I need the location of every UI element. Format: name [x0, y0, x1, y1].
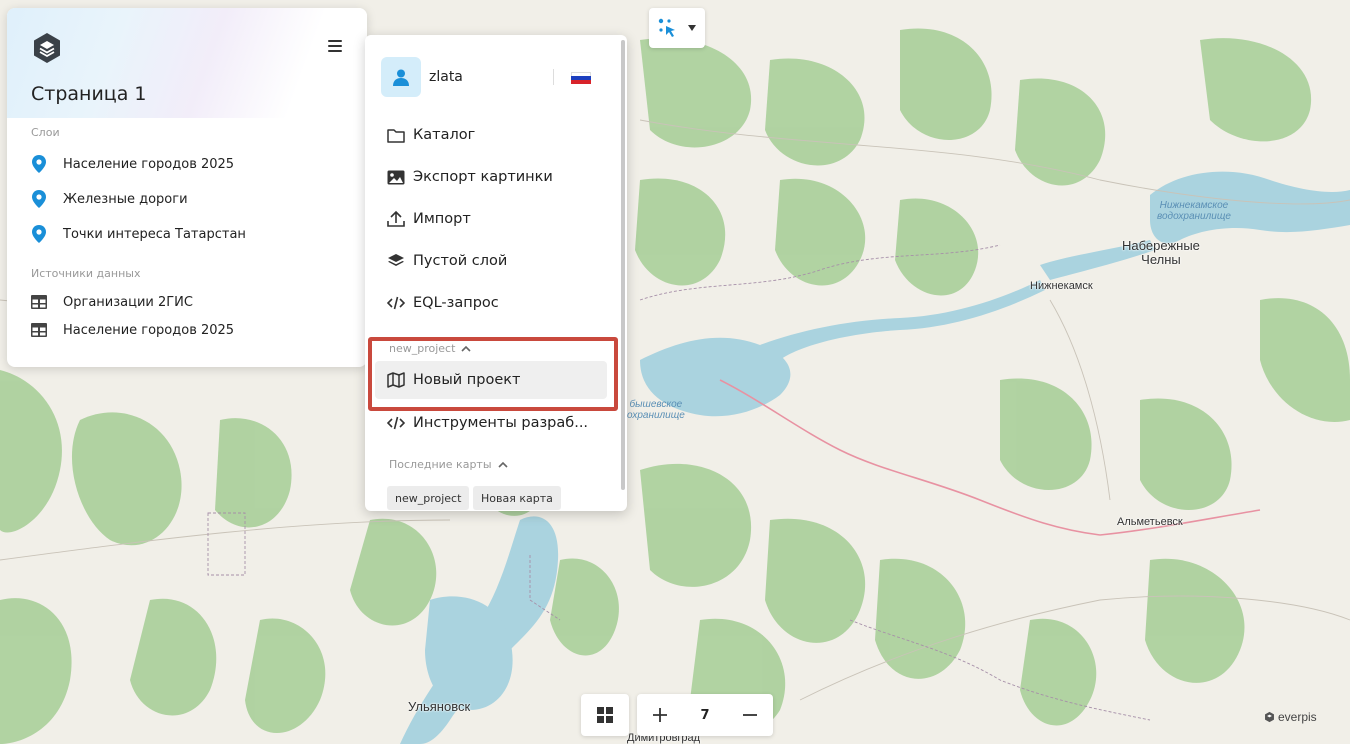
grid-icon	[597, 707, 613, 723]
plus-icon	[653, 708, 667, 722]
table-icon	[31, 321, 47, 339]
recent-maps-label: Последние карты	[389, 458, 492, 471]
map-label-almetyevsk: Альметьевск	[1117, 516, 1183, 528]
map-pin-icon	[31, 155, 47, 173]
menu-item-label: Новый проект	[413, 372, 521, 388]
project-group-label: new_project	[389, 342, 456, 355]
minus-icon	[742, 714, 757, 716]
source-item-label: Население городов 2025	[63, 322, 235, 338]
menu-scrollbar[interactable]	[621, 40, 625, 490]
layer-item-label: Население городов 2025	[63, 156, 235, 172]
layer-item-poi-tatarstan[interactable]: Точки интереса Татарстан	[31, 221, 351, 247]
layer-item-label: Точки интереса Татарстан	[63, 226, 246, 242]
left-panel: Страница 1 Слои Население городов 2025 Ж…	[7, 8, 367, 367]
map-label-naberezhnye-chelny: Набережные Челны	[1122, 238, 1200, 267]
menu-item-label: EQL-запрос	[413, 295, 499, 311]
menu-item-new-project[interactable]: Новый проект	[375, 361, 607, 399]
layer-item-railways[interactable]: Железные дороги	[31, 186, 351, 212]
menu-item-label: Пустой слой	[413, 253, 508, 269]
chevron-up-icon	[497, 461, 508, 468]
pointer-select-icon	[658, 18, 675, 37]
zoom-level: 7	[700, 707, 710, 723]
menu-item-label: Инструменты разраб...	[413, 415, 589, 431]
folder-icon	[387, 126, 405, 144]
menu-item-label: Каталог	[413, 127, 476, 143]
table-icon	[31, 293, 47, 311]
basemap-grid-button[interactable]	[581, 694, 629, 736]
menu-item-export-image[interactable]: Экспорт картинки	[375, 158, 607, 196]
chevron-up-icon	[461, 345, 471, 352]
image-icon	[387, 168, 405, 186]
map-label-kuybyshev-reservoir: бышевское охранилище	[627, 399, 685, 421]
hamburger-menu-icon[interactable]	[323, 37, 347, 59]
layer-item-population[interactable]: Население городов 2025	[31, 151, 351, 177]
page-title[interactable]: Страница 1	[31, 83, 147, 105]
menu-item-label: Экспорт картинки	[413, 169, 553, 185]
layer-item-label: Железные дороги	[63, 191, 188, 207]
app-logo-icon[interactable]	[31, 32, 63, 64]
zoom-control: 7	[637, 694, 773, 736]
attribution-text: everpis	[1278, 710, 1317, 724]
map-pin-icon	[31, 225, 47, 243]
everpis-logo-icon	[1265, 711, 1274, 723]
menu-item-label: Импорт	[413, 211, 471, 227]
menu-item-import[interactable]: Импорт	[375, 200, 607, 238]
menu-item-dev-tools[interactable]: Инструменты разраб...	[375, 404, 607, 442]
map-label-ulyanovsk: Ульяновск	[408, 699, 471, 714]
recent-map-chip[interactable]: Новая карта	[473, 486, 561, 510]
project-group-header[interactable]: new_project	[389, 342, 471, 355]
layers-section-label: Слои	[31, 126, 60, 139]
zoom-out-button[interactable]	[727, 694, 773, 736]
source-item-2gis[interactable]: Организации 2ГИС	[31, 289, 351, 315]
source-item-label: Организации 2ГИС	[63, 294, 193, 310]
code-icon	[387, 294, 405, 312]
zoom-in-button[interactable]	[637, 694, 683, 736]
recent-map-chip[interactable]: new_project	[387, 486, 470, 510]
map-icon	[387, 371, 405, 389]
recent-maps-header[interactable]: Последние карты	[389, 458, 508, 471]
menu-item-catalog[interactable]: Каталог	[375, 116, 607, 154]
username: zlata	[429, 69, 463, 85]
map-pin-icon	[31, 190, 47, 208]
attribution[interactable]: everpis	[1264, 710, 1317, 724]
avatar	[381, 57, 421, 97]
menu-item-eql-query[interactable]: EQL-запрос	[375, 284, 607, 322]
divider	[553, 69, 554, 85]
code-icon	[387, 414, 405, 432]
source-item-population[interactable]: Население городов 2025	[31, 317, 351, 343]
user-icon	[393, 69, 409, 86]
select-tool-button[interactable]	[649, 8, 705, 48]
layers-icon	[387, 252, 405, 270]
menu-item-empty-layer[interactable]: Пустой слой	[375, 242, 607, 280]
data-sources-section-label: Источники данных	[31, 267, 141, 280]
map-label-nizhnekamsk-reservoir: Нижнекамское водохранилище	[1157, 200, 1231, 222]
main-menu-dropdown: zlata Каталог Экспорт картинки Импорт Пу…	[365, 35, 627, 511]
caret-down-icon	[688, 25, 696, 31]
map-label-nizhnekamsk: Нижнекамск	[1030, 280, 1093, 292]
language-flag-ru-icon[interactable]	[571, 72, 591, 84]
upload-icon	[387, 210, 405, 228]
